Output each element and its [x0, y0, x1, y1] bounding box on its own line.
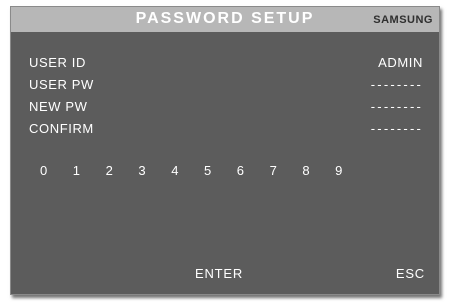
user-id-value: ADMIN — [378, 55, 423, 70]
new-pw-label: NEW PW — [29, 99, 88, 114]
brand-logo: SAMSUNG — [373, 14, 433, 26]
digit-5-key[interactable]: 5 — [204, 163, 237, 179]
digit-4-key[interactable]: 4 — [171, 163, 204, 179]
password-setup-screen: PASSWORD SETUP SAMSUNG USER ID ADMIN USE… — [10, 6, 440, 295]
digit-0-key[interactable]: 0 — [40, 163, 73, 179]
user-id-row: USER ID ADMIN — [11, 55, 439, 73]
digit-2-key[interactable]: 2 — [106, 163, 139, 179]
numeric-keypad: 0 1 2 3 4 5 6 7 8 9 — [40, 163, 368, 179]
new-pw-field[interactable]: -------- — [371, 99, 423, 114]
enter-button[interactable]: ENTER — [195, 266, 243, 281]
digit-9-key[interactable]: 9 — [335, 163, 368, 179]
digit-6-key[interactable]: 6 — [237, 163, 270, 179]
confirm-label: CONFIRM — [29, 121, 94, 136]
confirm-field[interactable]: -------- — [371, 121, 423, 136]
digit-3-key[interactable]: 3 — [138, 163, 171, 179]
digit-7-key[interactable]: 7 — [270, 163, 303, 179]
user-pw-label: USER PW — [29, 77, 94, 92]
new-pw-row[interactable]: NEW PW -------- — [11, 99, 439, 117]
digit-8-key[interactable]: 8 — [302, 163, 335, 179]
user-pw-row[interactable]: USER PW -------- — [11, 77, 439, 95]
confirm-row[interactable]: CONFIRM -------- — [11, 121, 439, 139]
user-id-label: USER ID — [29, 55, 86, 70]
user-pw-field[interactable]: -------- — [371, 77, 423, 92]
esc-button[interactable]: ESC — [396, 266, 425, 281]
title-bar: PASSWORD SETUP SAMSUNG — [11, 7, 439, 32]
digit-1-key[interactable]: 1 — [73, 163, 106, 179]
